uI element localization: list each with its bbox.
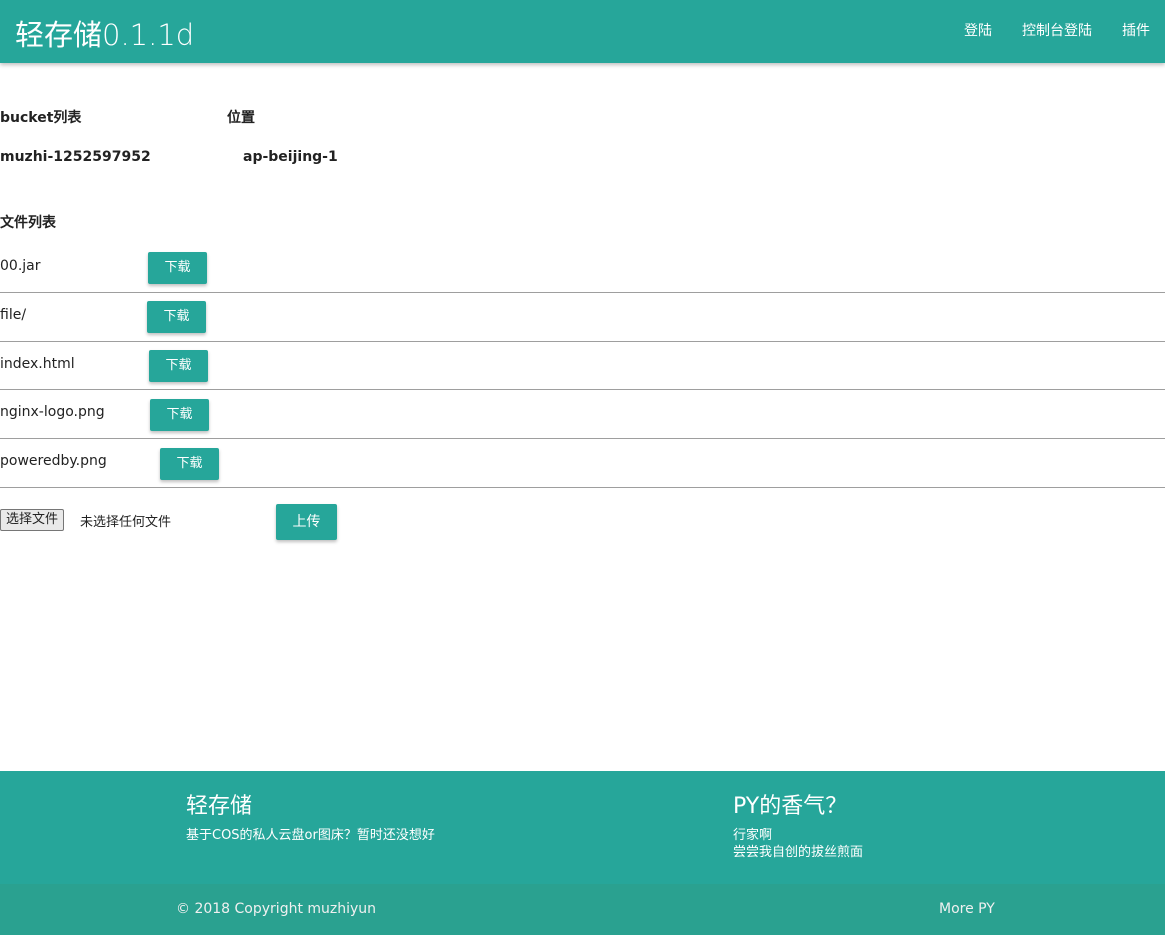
bucket-location: ap-beijing-1 <box>243 149 338 165</box>
file-name: index.html <box>0 356 75 372</box>
file-row: file/ 下载 <box>0 293 1165 342</box>
file-name: 00.jar <box>0 258 41 274</box>
bucket-list-header: bucket列表 <box>0 110 82 126</box>
copyright-text: © 2018 Copyright muzhiyun <box>176 901 377 917</box>
upload-button[interactable]: 上传 <box>276 504 337 540</box>
no-file-selected-text: 未选择任何文件 <box>80 515 172 530</box>
more-py-link[interactable]: More PY <box>939 901 995 917</box>
nav-console-login-link[interactable]: 控制台登陆 <box>1007 0 1107 63</box>
footer: 轻存储 基于COS的私人云盘or图床？暂时还没想好 PY的香气？ 行家啊 尝尝我… <box>0 771 1165 884</box>
download-button[interactable]: 下载 <box>150 399 209 431</box>
footer-left-text: 基于COS的私人云盘or图床？暂时还没想好 <box>186 828 435 843</box>
footer-right-title: PY的香气？ <box>733 794 848 819</box>
nav-links: 登陆 控制台登陆 插件 <box>949 0 1165 63</box>
footer-right-line1: 行家啊 <box>733 828 773 843</box>
file-list-title: 文件列表 <box>0 215 56 231</box>
file-row: poweredby.png 下载 <box>0 439 1165 488</box>
footer-right-line2: 尝尝我自创的拔丝煎面 <box>733 845 864 860</box>
nav-login-link[interactable]: 登陆 <box>949 0 1007 63</box>
download-button[interactable]: 下载 <box>160 448 219 480</box>
file-row: index.html 下载 <box>0 342 1165 390</box>
download-button[interactable]: 下载 <box>148 252 207 284</box>
file-name: nginx-logo.png <box>0 404 105 420</box>
choose-file-button[interactable]: 选择文件 <box>0 509 65 531</box>
download-button[interactable]: 下载 <box>147 301 206 333</box>
file-row: 00.jar 下载 <box>0 252 1165 293</box>
top-navbar: 轻存储0.1.1d 登陆 控制台登陆 插件 <box>0 0 1165 63</box>
brand-logo[interactable]: 轻存储0.1.1d <box>15 12 194 54</box>
footer-copyright-bar: © 2018 Copyright muzhiyun More PY <box>0 884 1165 935</box>
file-name: file/ <box>0 307 27 323</box>
nav-plugins-link[interactable]: 插件 <box>1107 0 1165 63</box>
location-header: 位置 <box>227 110 255 126</box>
footer-left-title: 轻存储 <box>186 794 253 819</box>
download-button[interactable]: 下载 <box>149 350 208 382</box>
file-name: poweredby.png <box>0 453 107 469</box>
bucket-name: muzhi-1252597952 <box>0 149 151 165</box>
file-row: nginx-logo.png 下载 <box>0 390 1165 439</box>
